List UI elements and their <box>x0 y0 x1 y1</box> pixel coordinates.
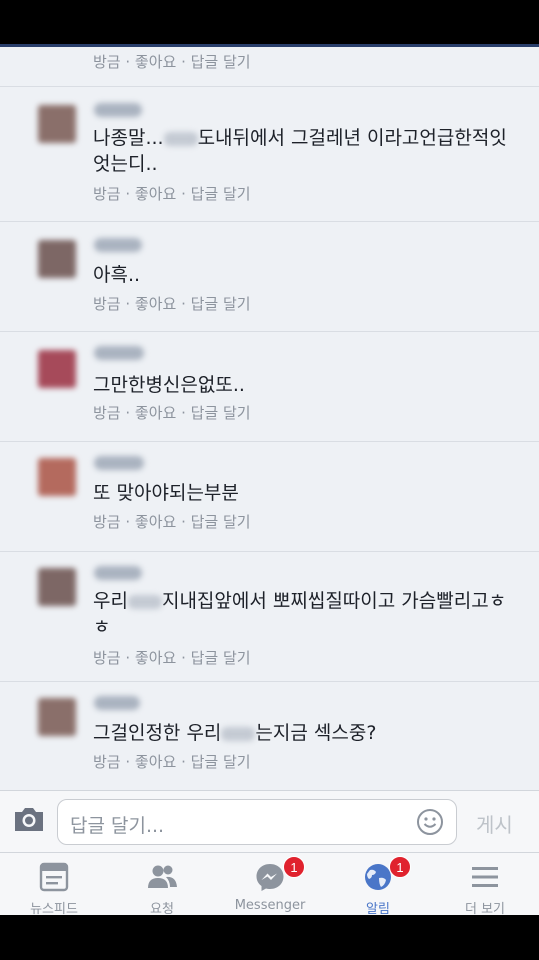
commenter-name-blurred[interactable] <box>94 346 144 360</box>
avatar[interactable] <box>38 240 76 278</box>
tab-label: 요청 <box>150 902 174 915</box>
comment-meta[interactable]: 방금 · 좋아요 · 답글 달기 <box>93 293 251 314</box>
reply-composer: 답글 달기... 게시 <box>0 790 539 852</box>
messenger-icon <box>256 864 284 891</box>
reply-placeholder: 답글 달기... <box>70 815 165 837</box>
commenter-name-blurred[interactable] <box>94 103 142 117</box>
newsfeed-icon <box>39 862 69 892</box>
comment-text-part: 나종말... <box>93 127 164 149</box>
comment-text: 나종말... 도내뒤에서 그걸레년 이라고언급한적잇엇는디.. <box>93 125 523 177</box>
comment-text: 또 맞아야되는부분 <box>93 482 239 504</box>
top-black-bar <box>0 0 539 46</box>
tab-label: Messenger <box>234 898 306 913</box>
comment-item: 우리 지내집앞에서 뽀찌씹질따이고 가슴빨리고ㅎㅎ 방금 · 좋아요 · 답글 달… <box>0 552 539 682</box>
tab-messenger[interactable]: 1 Messenger <box>216 853 324 915</box>
commenter-name-blurred[interactable] <box>94 566 142 580</box>
redacted-text <box>221 726 256 741</box>
tab-label: 알림 <box>366 902 390 915</box>
comment-meta[interactable]: 방금 · 좋아요 · 답글 달기 <box>93 183 251 204</box>
redacted-text <box>127 594 162 609</box>
comment-item: 그걸인정한 우리 는지금 섹스중? 방금 · 좋아요 · 답글 달기 <box>0 682 539 790</box>
comment-text-part: 우리 <box>93 590 128 612</box>
menu-icon <box>472 867 498 887</box>
reply-input[interactable]: 답글 달기... <box>57 799 457 845</box>
comment-item: 나종말... 도내뒤에서 그걸레년 이라고언급한적잇엇는디.. 방금 · 좋아요 … <box>0 87 539 222</box>
comment-text: 우리 지내집앞에서 뽀찌씹질따이고 가슴빨리고ㅎㅎ <box>93 588 523 640</box>
redacted-text <box>163 131 198 146</box>
avatar[interactable] <box>38 105 76 143</box>
comment-meta[interactable]: 방금 · 좋아요 · 답글 달기 <box>93 511 251 532</box>
commenter-name-blurred[interactable] <box>94 456 144 470</box>
bottom-black-bar <box>0 915 539 960</box>
avatar[interactable] <box>38 458 76 496</box>
tab-requests[interactable]: 요청 <box>108 853 216 915</box>
avatar[interactable] <box>38 698 76 736</box>
friend-requests-icon <box>148 865 177 888</box>
smiley-icon[interactable] <box>416 808 444 836</box>
tab-more[interactable]: 더 보기 <box>431 853 539 915</box>
comment-text-part: 그걸인정한 우리 <box>93 722 222 744</box>
commenter-name-blurred[interactable] <box>94 696 140 710</box>
post-button[interactable]: 게시 <box>476 809 513 838</box>
commenter-name-blurred[interactable] <box>94 238 142 252</box>
avatar[interactable] <box>38 568 76 606</box>
tab-newsfeed[interactable]: 뉴스피드 <box>0 853 108 915</box>
comment-item: 또 맞아야되는부분 방금 · 좋아요 · 답글 달기 <box>0 442 539 552</box>
bottom-tab-bar: 뉴스피드 요청 1 Messenger 1 알림 더 보기 <box>0 852 539 915</box>
tab-notifications[interactable]: 1 알림 <box>324 853 432 915</box>
comment-meta[interactable]: 방금 · 좋아요 · 답글 달기 <box>93 647 251 668</box>
camera-icon[interactable] <box>12 805 46 833</box>
comment-item: 그만한병신은없또.. 방금 · 좋아요 · 답글 달기 <box>0 332 539 442</box>
tab-label: 더 보기 <box>464 902 505 915</box>
comment-text: 아흑.. <box>93 264 141 286</box>
notification-badge: 1 <box>283 856 305 878</box>
comment-text: 그걸인정한 우리 는지금 섹스중? <box>93 720 523 746</box>
comment-item: 아흑.. 방금 · 좋아요 · 답글 달기 <box>0 222 539 332</box>
comment-text: 그만한병신은없또.. <box>93 374 245 396</box>
comment-text-part: 는지금 섹스중? <box>255 722 377 744</box>
previous-comment-footer: 방금 · 좋아요 · 답글 달기 <box>0 47 539 87</box>
comment-meta[interactable]: 방금 · 좋아요 · 답글 달기 <box>93 402 251 423</box>
comment-meta[interactable]: 방금 · 좋아요 · 답글 달기 <box>93 51 251 72</box>
tab-label: 뉴스피드 <box>30 902 78 915</box>
comment-meta[interactable]: 방금 · 좋아요 · 답글 달기 <box>93 751 251 772</box>
notification-badge: 1 <box>389 856 411 878</box>
avatar[interactable] <box>38 350 76 388</box>
comment-thread: 방금 · 좋아요 · 답글 달기 나종말... 도내뒤에서 그걸레년 이라고언급한… <box>0 47 539 790</box>
comment-screen: 방금 · 좋아요 · 답글 달기 나종말... 도내뒤에서 그걸레년 이라고언급한… <box>0 47 539 915</box>
